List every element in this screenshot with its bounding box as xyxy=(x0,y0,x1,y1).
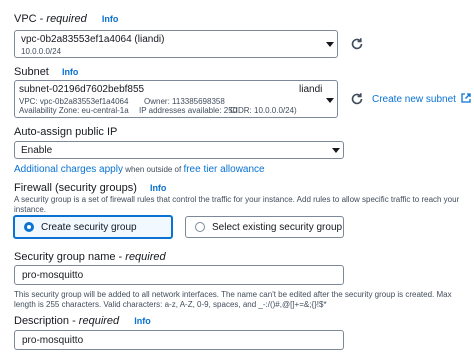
refresh-icon xyxy=(351,93,363,105)
radio-select-existing-security-group[interactable]: Select existing security group xyxy=(185,216,344,238)
vpc-label-row: VPC - required Info xyxy=(14,13,118,25)
vpc-refresh-button[interactable] xyxy=(350,37,364,51)
create-subnet-label: Create new subnet xyxy=(372,94,456,105)
refresh-icon xyxy=(351,38,363,50)
subnet-label: Subnet xyxy=(14,66,49,78)
auto-assign-label: Auto-assign public IP xyxy=(14,126,118,138)
vpc-cidr: 10.0.0.0/24 xyxy=(21,47,62,56)
radio-button xyxy=(195,222,205,232)
vpc-info-link[interactable]: Info xyxy=(102,14,119,24)
subnet-ip-line: IP addresses available: 250 xyxy=(139,106,238,115)
firewall-label: Firewall (security groups) xyxy=(14,182,137,194)
chevron-down-icon xyxy=(326,98,334,103)
firewall-info-link[interactable]: Info xyxy=(150,183,167,193)
firewall-label-row: Firewall (security groups) Info xyxy=(14,182,166,194)
auto-assign-value: Enable xyxy=(21,145,53,156)
sg-name-label-row: Security group name - required xyxy=(14,251,166,263)
subnet-az-line: Availability Zone: eu-central-1a xyxy=(19,106,129,115)
subnet-vpc-line: VPC: vpc-0b2a83553ef1a4064 xyxy=(19,97,129,106)
description-required: required xyxy=(78,315,120,327)
subnet-refresh-button[interactable] xyxy=(350,92,364,106)
subnet-select[interactable]: subnet-02196d7602bebf855 liandi VPC: vpc… xyxy=(14,80,338,118)
auto-assign-select[interactable]: Enable xyxy=(14,141,344,159)
description-label: Description - xyxy=(14,315,79,327)
radio-create-security-group[interactable]: Create security group xyxy=(13,215,173,239)
description-input[interactable]: pro-mosquitto xyxy=(14,330,344,350)
description-info-link[interactable]: Info xyxy=(134,316,151,326)
sg-name-required: required xyxy=(125,251,166,263)
sg-name-help: This security group will be added to all… xyxy=(14,290,452,309)
radio-button-selected xyxy=(24,222,34,232)
subnet-label-row: Subnet Info xyxy=(14,66,78,78)
firewall-description: A security group is a set of firewall ru… xyxy=(14,195,460,214)
vpc-value: vpc-0b2a83553ef1a4064 (liandi) xyxy=(21,34,165,45)
description-label-row: Description - required Info xyxy=(14,315,151,327)
subnet-value: subnet-02196d7602bebf855 xyxy=(19,84,145,95)
charges-mid-text: when outside of xyxy=(122,165,184,174)
radio-create-label: Create security group xyxy=(41,221,137,233)
radio-select-existing-label: Select existing security group xyxy=(212,221,343,233)
vpc-label: VPC - xyxy=(14,13,47,25)
create-subnet-link[interactable]: Create new subnet xyxy=(372,93,471,105)
sg-name-input[interactable]: pro-mosquitto xyxy=(14,265,344,285)
subnet-owner-line: Owner: 113385698358 xyxy=(144,97,225,106)
chevron-down-icon xyxy=(326,42,334,47)
sg-name-label: Security group name - xyxy=(14,251,126,263)
subnet-name: liandi xyxy=(299,84,323,95)
vpc-required: required xyxy=(46,13,87,25)
external-link-icon xyxy=(461,93,471,103)
subnet-cidr-line: CIDR: 10.0.0.0/24) xyxy=(230,106,297,115)
free-tier-link[interactable]: free tier allowance xyxy=(183,164,264,175)
subnet-info-link[interactable]: Info xyxy=(62,67,79,77)
additional-charges-link[interactable]: Additional charges apply xyxy=(14,164,123,175)
vpc-select[interactable]: vpc-0b2a83553ef1a4064 (liandi) 10.0.0.0/… xyxy=(14,30,338,58)
chevron-down-icon xyxy=(332,148,340,153)
charges-note: Additional charges apply when outside of… xyxy=(14,164,265,175)
